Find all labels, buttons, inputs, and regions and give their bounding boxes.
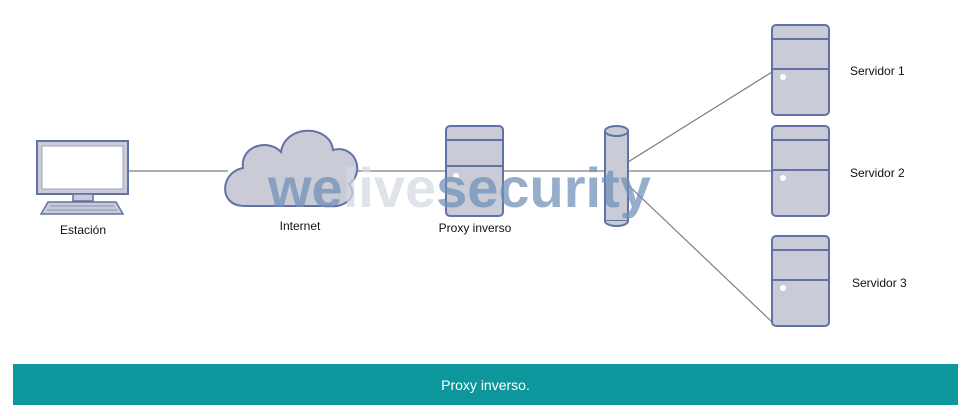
monitor-stand [72, 193, 94, 202]
watermark-logo: welivesecurity [267, 156, 651, 219]
keyboard [39, 201, 125, 215]
power-led [780, 175, 786, 181]
station-label: Estación [60, 223, 106, 237]
server-icon [771, 235, 830, 327]
internet-label: Internet [280, 219, 321, 233]
monitor-screen [41, 145, 124, 190]
watermark-we: we [267, 156, 343, 219]
link-hub-server1 [627, 71, 773, 163]
power-led [780, 74, 786, 80]
watermark-live: live [343, 156, 436, 219]
server-3-label: Servidor 3 [852, 276, 907, 290]
caption-text: Proxy inverso. [441, 376, 530, 393]
server-1-label: Servidor 1 [850, 64, 905, 78]
power-led [780, 285, 786, 291]
hub-top [604, 125, 629, 137]
computer-icon [36, 140, 129, 215]
server-2-label: Servidor 2 [850, 166, 905, 180]
server-icon [771, 125, 830, 217]
server-icon [771, 24, 830, 116]
watermark-security: security [436, 156, 651, 219]
network-diagram: Estación Internet Proxy inverso Servidor… [36, 24, 907, 327]
hub-bottom [604, 220, 629, 227]
proxy-label: Proxy inverso [439, 221, 512, 235]
caption-bar: Proxy inverso. [13, 364, 958, 405]
